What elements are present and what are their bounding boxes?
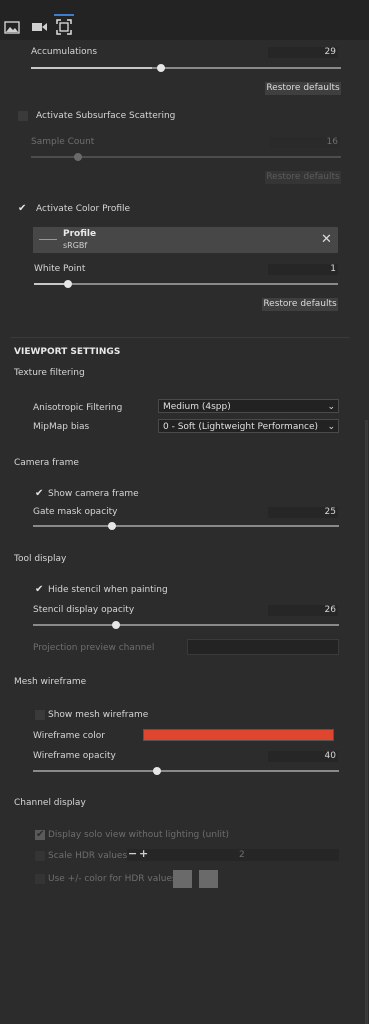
anisotropic-filtering-select[interactable]: Medium (4spp) ⌄: [158, 399, 339, 413]
scale-hdr-checkbox: [35, 851, 45, 861]
accumulations-restore-defaults-button[interactable]: Restore defaults: [265, 82, 341, 95]
accumulations-slider-track[interactable]: [31, 67, 341, 69]
subsurface-checkbox[interactable]: [18, 111, 28, 121]
camera-frame-heading: Camera frame: [14, 458, 79, 468]
tab-video[interactable]: [29, 16, 49, 38]
mipmap-bias-select[interactable]: 0 - Soft (Lightweight Performance) ⌄: [158, 419, 339, 433]
wireframe-opacity-slider-handle[interactable]: [153, 767, 161, 775]
frame-icon: [56, 19, 72, 35]
subsurface-restore-defaults-button: Restore defaults: [265, 171, 341, 184]
viewport-settings-title: VIEWPORT SETTINGS: [14, 347, 121, 357]
accumulations-value-text: 29: [324, 47, 336, 57]
scale-hdr-stepper: − + 2: [127, 847, 339, 861]
white-point-label: White Point: [34, 264, 86, 274]
anisotropic-filtering-value: Medium (4spp): [163, 402, 231, 412]
show-mesh-wireframe-label: Show mesh wireframe: [48, 710, 149, 720]
hdr-positive-color-swatch: [173, 870, 192, 888]
gate-mask-opacity-slider-handle[interactable]: [108, 522, 116, 530]
wireframe-opacity-slider-track[interactable]: [33, 770, 339, 772]
wireframe-color-label: Wireframe color: [33, 731, 105, 741]
white-point-slider-track[interactable]: [34, 283, 338, 285]
profile-field[interactable]: Profile sRGBf ✕: [33, 227, 338, 253]
stencil-display-opacity-slider-track[interactable]: [33, 624, 339, 626]
stencil-display-opacity-value-text: 26: [324, 605, 336, 615]
white-point-value-text: 1: [330, 264, 336, 274]
stencil-display-opacity-label: Stencil display opacity: [33, 605, 135, 615]
white-point-value[interactable]: 1: [268, 264, 338, 275]
check-icon: ✔: [36, 829, 45, 840]
tab-bar: [0, 0, 369, 40]
show-camera-frame-check-icon[interactable]: ✔: [35, 489, 43, 499]
gate-mask-opacity-label: Gate mask opacity: [33, 507, 118, 517]
use-color-hdr-label: Use +/- color for HDR values: [48, 874, 177, 884]
wireframe-opacity-value-text: 40: [324, 751, 336, 761]
sample-count-value: 16: [270, 137, 340, 148]
gate-mask-opacity-value-text: 25: [324, 507, 336, 517]
tool-display-heading: Tool display: [14, 554, 67, 564]
channel-display-heading: Channel display: [14, 798, 86, 808]
use-color-hdr-checkbox: [35, 874, 45, 884]
show-camera-frame-label: Show camera frame: [48, 489, 139, 499]
scale-hdr-label: Scale HDR values: [48, 851, 128, 861]
hide-stencil-label: Hide stencil when painting: [48, 585, 168, 595]
scale-hdr-value: 2: [239, 850, 245, 860]
texture-filtering-heading: Texture filtering: [14, 368, 85, 378]
wireframe-color-swatch[interactable]: [143, 729, 334, 741]
mesh-wireframe-heading: Mesh wireframe: [14, 677, 87, 687]
plus-icon: +: [139, 847, 149, 860]
tab-image[interactable]: [2, 16, 22, 38]
accumulations-label: Accumulations: [31, 47, 98, 57]
chevron-down-icon: ⌄: [327, 402, 335, 412]
projection-preview-channel-field: [187, 639, 339, 655]
white-point-slider-handle[interactable]: [64, 280, 72, 288]
projection-preview-channel-label: Projection preview channel: [33, 643, 155, 653]
accumulations-slider-handle[interactable]: [157, 64, 165, 72]
stencil-display-opacity-value[interactable]: 26: [268, 605, 338, 616]
accumulations-value[interactable]: 29: [268, 47, 338, 58]
color-profile-label: Activate Color Profile: [36, 204, 131, 214]
color-profile-restore-defaults-button[interactable]: Restore defaults: [262, 298, 338, 311]
scrollbar[interactable]: [365, 420, 368, 1024]
minus-icon: −: [128, 847, 138, 860]
profile-value: sRGBf: [63, 241, 88, 250]
anisotropic-filtering-label: Anisotropic Filtering: [33, 403, 123, 413]
video-icon: [31, 23, 47, 31]
sample-count-label: Sample Count: [31, 137, 95, 147]
hide-stencil-check-icon[interactable]: ✔: [35, 585, 43, 595]
close-icon[interactable]: ✕: [321, 232, 332, 247]
image-icon: [4, 20, 20, 34]
sample-count-value-text: 16: [326, 137, 338, 147]
profile-title: Profile: [63, 229, 97, 239]
wireframe-opacity-value[interactable]: 40: [268, 751, 338, 762]
subsurface-label: Activate Subsurface Scattering: [36, 111, 176, 121]
show-mesh-wireframe-checkbox[interactable]: [35, 710, 45, 720]
wireframe-opacity-label: Wireframe opacity: [33, 751, 116, 761]
hdr-negative-color-swatch: [199, 870, 218, 888]
section-divider: [10, 337, 350, 338]
mipmap-bias-label: MipMap bias: [33, 422, 90, 432]
display-solo-checkbox: ✔: [35, 830, 45, 840]
display-solo-label: Display solo view without lighting (unli…: [48, 830, 230, 840]
chevron-down-icon: ⌄: [327, 422, 335, 432]
gate-mask-opacity-slider-track[interactable]: [33, 525, 339, 527]
stencil-display-opacity-slider-handle[interactable]: [112, 621, 120, 629]
gate-mask-opacity-value[interactable]: 25: [268, 507, 338, 518]
mipmap-bias-value: 0 - Soft (Lightweight Performance): [163, 422, 319, 432]
tab-frame[interactable]: [54, 14, 74, 38]
profile-swatch-icon: [39, 239, 57, 240]
sample-count-slider-handle: [74, 153, 82, 161]
color-profile-check-icon[interactable]: ✔: [18, 204, 26, 214]
